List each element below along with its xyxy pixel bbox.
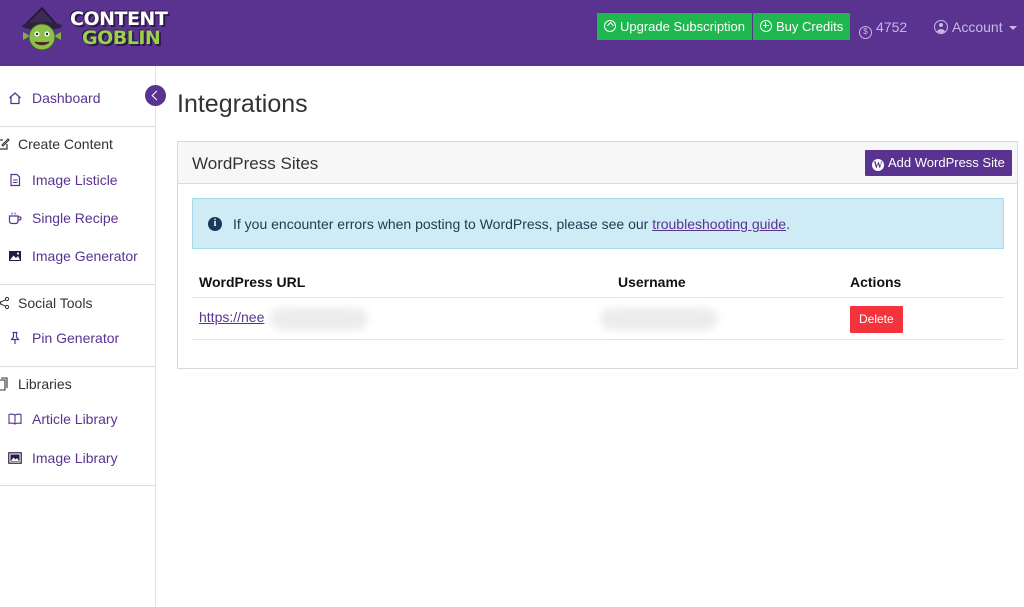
upgrade-subscription-button[interactable]: Upgrade Subscription bbox=[597, 13, 753, 40]
sidebar-item-label: Image Library bbox=[32, 450, 118, 466]
logo-line-2: GOBLIN bbox=[82, 27, 161, 49]
sidebar-section-label: Social Tools bbox=[18, 295, 93, 311]
account-label: Account bbox=[952, 19, 1003, 35]
logo-wordmark: CONTENT GOBLIN bbox=[70, 10, 168, 49]
delete-button[interactable]: Delete bbox=[850, 306, 903, 333]
sidebar-divider bbox=[0, 366, 155, 367]
wordpress-url-link[interactable]: https://nee bbox=[199, 309, 264, 325]
plus-circle-icon bbox=[760, 20, 772, 32]
wordpress-icon: W bbox=[872, 159, 884, 171]
wordpress-sites-card: WordPress Sites W Add WordPress Site i If… bbox=[177, 141, 1018, 369]
sidebar-item-article-library[interactable]: Article Library bbox=[0, 407, 140, 431]
goblin-mascot-icon bbox=[22, 6, 62, 51]
add-wordpress-site-button[interactable]: W Add WordPress Site bbox=[865, 150, 1012, 176]
arrow-up-circle-icon bbox=[604, 20, 616, 32]
column-header-url: WordPress URL bbox=[199, 274, 306, 290]
sidebar: Dashboard Create Content Image Listicle … bbox=[0, 66, 156, 607]
redacted-username bbox=[600, 308, 718, 330]
sidebar-divider bbox=[0, 126, 155, 127]
alert-message: If you encounter errors when posting to … bbox=[233, 216, 790, 232]
sidebar-item-label: Image Generator bbox=[32, 248, 138, 264]
cup-icon bbox=[8, 212, 22, 225]
chevron-down-icon bbox=[1008, 26, 1017, 30]
sidebar-item-dashboard[interactable]: Dashboard bbox=[0, 86, 140, 110]
card-title: WordPress Sites bbox=[192, 154, 319, 173]
info-alert: i If you encounter errors when posting t… bbox=[192, 198, 1004, 249]
logo[interactable]: CONTENT GOBLIN bbox=[20, 4, 168, 56]
sidebar-item-image-library[interactable]: Image Library bbox=[0, 446, 140, 470]
alert-text: If you encounter errors when posting to … bbox=[233, 216, 653, 232]
sidebar-section-libraries: Libraries bbox=[0, 372, 150, 396]
sidebar-item-pin-generator[interactable]: Pin Generator bbox=[0, 326, 140, 350]
sidebar-item-image-generator[interactable]: Image Generator bbox=[0, 244, 150, 268]
info-icon: i bbox=[208, 217, 222, 231]
pencil-square-icon bbox=[0, 138, 10, 150]
sidebar-item-single-recipe[interactable]: Single Recipe bbox=[0, 206, 140, 230]
home-icon bbox=[9, 92, 21, 105]
sidebar-divider bbox=[0, 485, 155, 486]
sidebar-section-social-tools: Social Tools bbox=[0, 291, 150, 315]
upgrade-subscription-label: Upgrade Subscription bbox=[620, 19, 746, 34]
buy-credits-label: Buy Credits bbox=[776, 19, 844, 34]
open-book-icon bbox=[8, 413, 22, 425]
sidebar-item-label: Dashboard bbox=[32, 90, 101, 106]
share-icon bbox=[0, 296, 10, 310]
credits-balance: $4752 bbox=[859, 19, 907, 39]
top-navbar: CONTENT GOBLIN Upgrade Subscription Buy … bbox=[0, 0, 1024, 66]
sidebar-section-label: Create Content bbox=[18, 136, 113, 152]
sidebar-section-label: Libraries bbox=[18, 376, 72, 392]
alert-text-end: . bbox=[786, 216, 790, 232]
troubleshooting-guide-link[interactable]: troubleshooting guide bbox=[652, 216, 786, 232]
user-circle-icon bbox=[934, 20, 948, 34]
sidebar-item-label: Article Library bbox=[32, 411, 118, 427]
column-header-username: Username bbox=[618, 274, 686, 290]
add-wordpress-site-label: Add WordPress Site bbox=[888, 155, 1005, 170]
sidebar-item-label: Single Recipe bbox=[32, 210, 119, 226]
sidebar-item-label: Pin Generator bbox=[32, 330, 120, 346]
redacted-url bbox=[270, 308, 368, 330]
image-icon bbox=[9, 251, 21, 261]
sidebar-divider bbox=[0, 284, 155, 285]
pushpin-icon bbox=[10, 331, 20, 344]
account-menu[interactable]: Account bbox=[934, 19, 1017, 35]
sidebar-collapse-button[interactable] bbox=[145, 85, 166, 106]
page-title: Integrations bbox=[177, 90, 308, 118]
column-header-actions: Actions bbox=[850, 274, 902, 290]
credits-count: 4752 bbox=[876, 19, 908, 35]
card-header: WordPress Sites W Add WordPress Site bbox=[178, 142, 1017, 184]
sidebar-item-image-listicle[interactable]: Image Listicle bbox=[0, 168, 140, 192]
images-icon bbox=[8, 452, 22, 464]
document-icon bbox=[10, 173, 21, 187]
sidebar-section-create-content: Create Content bbox=[0, 132, 150, 156]
table-row-divider bbox=[192, 339, 1004, 340]
buy-credits-button[interactable]: Buy Credits bbox=[753, 13, 851, 40]
coin-icon: $ bbox=[859, 26, 872, 39]
sidebar-item-label: Image Listicle bbox=[32, 172, 118, 188]
table-header-divider bbox=[192, 297, 1004, 298]
files-icon bbox=[0, 377, 8, 391]
